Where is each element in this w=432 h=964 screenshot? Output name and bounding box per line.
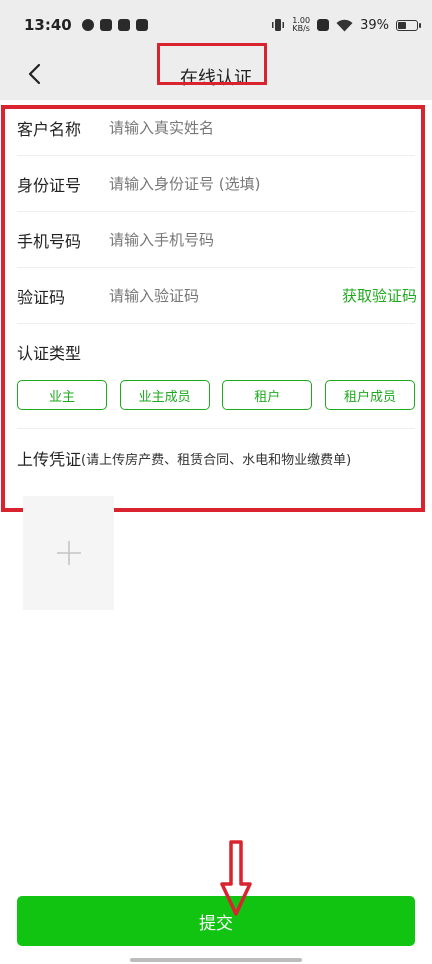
home-indicator[interactable] [130, 958, 302, 962]
phone-label: 手机号码 [17, 231, 82, 251]
auth-type-tenant-button[interactable]: 租户 [222, 380, 313, 410]
auth-type-section: 认证类型 业主 业主成员 租户 租户成员 [17, 324, 415, 429]
id-card-row: 身份证号 [17, 156, 415, 212]
status-left: 13:40 [24, 16, 148, 34]
vibrate-icon [272, 19, 285, 31]
status-right: 1.00 KB/s 39% [271, 17, 421, 33]
upload-row: 上传凭证 (请上传房产费、租赁合同、水电和物业缴费单) [17, 429, 415, 487]
title-highlight-box [157, 43, 267, 85]
net-speed-unit: KB/s [292, 24, 310, 33]
name-input[interactable] [109, 118, 415, 137]
battery-icon [396, 19, 421, 31]
upload-hint: (请上传房产费、租赁合同、水电和物业缴费单) [81, 452, 352, 468]
auth-type-label: 认证类型 [17, 344, 82, 363]
game-notification-icon [117, 19, 130, 31]
plus-icon [56, 541, 81, 565]
auth-type-tenant-member-button[interactable]: 租户成员 [324, 380, 415, 410]
battery-percent: 39% [360, 17, 389, 33]
code-label: 验证码 [17, 287, 66, 307]
phone-input[interactable] [109, 230, 415, 249]
tiktok-notification-icon [135, 19, 148, 31]
phone-row: 手机号码 [17, 212, 415, 268]
wifi-icon [336, 19, 353, 31]
id-card-label: 身份证号 [17, 175, 82, 195]
submit-button[interactable]: 提交 [17, 896, 415, 946]
battery-fill [398, 21, 406, 29]
upload-image-button[interactable] [23, 496, 114, 610]
message-notification-icon [99, 19, 112, 31]
code-row: 验证码 获取验证码 [17, 268, 417, 324]
id-card-input[interactable] [109, 174, 415, 193]
code-input[interactable] [109, 286, 342, 305]
chevron-left-icon [28, 63, 41, 85]
auth-form: 客户名称 身份证号 手机号码 验证码 获取验证码 认证类型 业主 业主成员 租户… [17, 100, 417, 487]
status-time: 13:40 [24, 16, 72, 34]
name-row: 客户名称 [17, 100, 415, 156]
page: 13:40 1.00 KB/s 39% 在线认证 客户名称 请输入真实姓名 身份… [0, 0, 432, 964]
get-code-button[interactable]: 获取验证码 [342, 285, 417, 306]
auth-type-owner-button[interactable]: 业主 [17, 380, 107, 410]
name-label: 客户名称 [17, 119, 82, 139]
auth-type-options: 业主 业主成员 租户 租户成员 [17, 380, 415, 410]
app-notification-icon [81, 19, 94, 31]
down-arrow-annotation-icon [220, 840, 252, 916]
auth-type-owner-member-button[interactable]: 业主成员 [119, 380, 210, 410]
no-sim-icon [317, 19, 330, 31]
net-speed: 1.00 KB/s [292, 17, 310, 33]
upload-label: 上传凭证 [17, 450, 82, 469]
back-button[interactable] [20, 59, 50, 89]
